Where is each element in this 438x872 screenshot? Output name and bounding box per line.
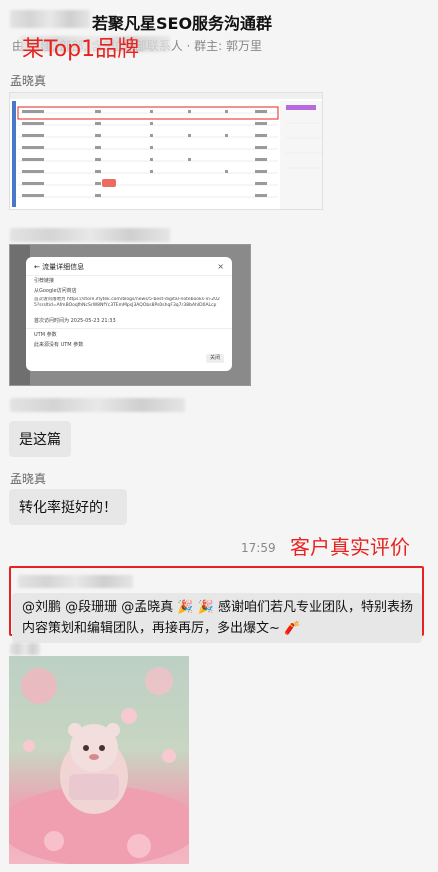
- review-message-bubble: @刘鹏 @段珊珊 @孟晓真 🎉 🎉 感谢咱们若凡专业团队，特别表扬 内容策划和编…: [12, 593, 422, 643]
- landing-page-url: 首次访问落地为 https://store.iflytek.com/blogs/…: [34, 297, 220, 308]
- dialog-divider-2: [26, 328, 232, 329]
- review-line-2: 内容策划和编辑团队，再接再厉，多出爆文~ 🧨: [22, 621, 301, 636]
- redacted-sender-name: [18, 575, 133, 588]
- dialog-title: ← 流量详细信息: [34, 264, 84, 271]
- table-screenshot[interactable]: [9, 92, 323, 210]
- message-sender: 孟晓真: [10, 472, 47, 486]
- back-arrow-icon[interactable]: ←: [34, 263, 40, 271]
- referral-label: 引荐链接: [34, 278, 55, 284]
- table-screenshot-graphic: [10, 93, 322, 209]
- redacted-sender-name: [10, 398, 185, 412]
- sticker-graphic: [9, 667, 189, 864]
- review-annotation: 客户真实评价: [290, 535, 410, 559]
- message-bubble: 是这篇: [9, 421, 71, 457]
- cherry-blossom-sticker[interactable]: [9, 656, 189, 864]
- dialog-title-text: 流量详细信息: [42, 263, 85, 271]
- utm-body: 此来源没有 UTM 参数: [34, 342, 84, 348]
- traffic-detail-dialog: ← 流量详细信息 × 引荐链接 从Google访问商店 首次访问落地为 http…: [26, 257, 232, 371]
- review-line-1: @刘鹏 @段珊珊 @孟晓真 🎉 🎉 感谢咱们若凡专业团队，特别表扬: [22, 600, 414, 615]
- redacted-sender-name: [10, 643, 40, 655]
- group-avatar-blurred: [10, 10, 90, 28]
- traffic-detail-screenshot[interactable]: ← 流量详细信息 × 引荐链接 从Google访问商店 首次访问落地为 http…: [9, 244, 251, 386]
- message-timestamp: 17:59: [241, 541, 276, 555]
- dialog-close-button[interactable]: 关闭: [205, 354, 224, 363]
- brand-annotation: 某Top1品牌: [22, 37, 140, 62]
- redacted-sender-name: [10, 228, 170, 242]
- utm-title: UTM 参数: [34, 332, 57, 338]
- chat-header: 若聚凡星SEO服务沟通群 由 创建, 部部, 含9位外部联系人 · 群主: 郭万…: [0, 0, 438, 62]
- referral-source: 从Google访问商店: [34, 288, 77, 294]
- message-bubble: 转化率挺好的！: [9, 489, 127, 525]
- dialog-divider: [26, 275, 232, 276]
- dialog-close-icon[interactable]: ×: [217, 263, 224, 271]
- message-sender: 孟晓真: [10, 74, 47, 88]
- visit-time: 首次访问时间为 2025-05-23 21:33: [34, 318, 116, 324]
